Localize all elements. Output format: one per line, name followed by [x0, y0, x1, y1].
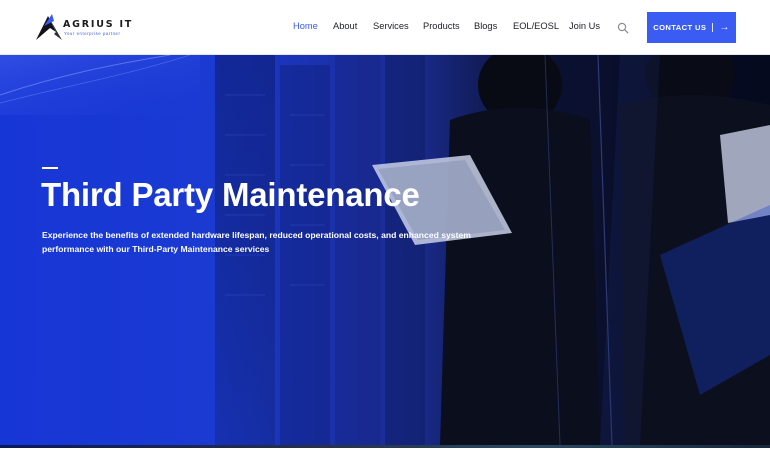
nav-about[interactable]: About	[333, 21, 357, 31]
nav-join-us[interactable]: Join Us	[569, 21, 600, 31]
arrow-right-icon: →	[719, 21, 730, 33]
nav-services[interactable]: Services	[373, 21, 409, 31]
mountain-peak-logo-icon	[36, 14, 62, 40]
button-divider	[712, 23, 714, 32]
contact-us-button[interactable]: CONTACT US →	[647, 12, 736, 43]
hero-description: Experience the benefits of extended hard…	[42, 230, 471, 254]
nav-products[interactable]: Products	[423, 21, 460, 31]
brand-tagline: Your enterprise partner	[64, 31, 121, 36]
search-icon[interactable]	[617, 21, 629, 34]
nav-blogs[interactable]: Blogs	[474, 21, 497, 31]
nav-eol-eosl[interactable]: EOL/EOSL	[513, 21, 559, 31]
contact-us-label: CONTACT US	[653, 23, 707, 32]
nav-home[interactable]: Home	[293, 21, 318, 31]
brand-name: AGRIUS IT	[63, 19, 134, 30]
brand-logo[interactable]: AGRIUS IT Your enterprise partner	[34, 12, 134, 42]
hero-title: Third Party Maintenance	[41, 176, 420, 213]
section-edge	[0, 445, 770, 448]
hero-accent-line	[42, 167, 58, 169]
page-bottom-strip	[0, 445, 770, 470]
hero-banner: Third Party Maintenance Experience the b…	[0, 55, 770, 445]
site-header: AGRIUS IT Your enterprise partner Home A…	[0, 0, 770, 55]
